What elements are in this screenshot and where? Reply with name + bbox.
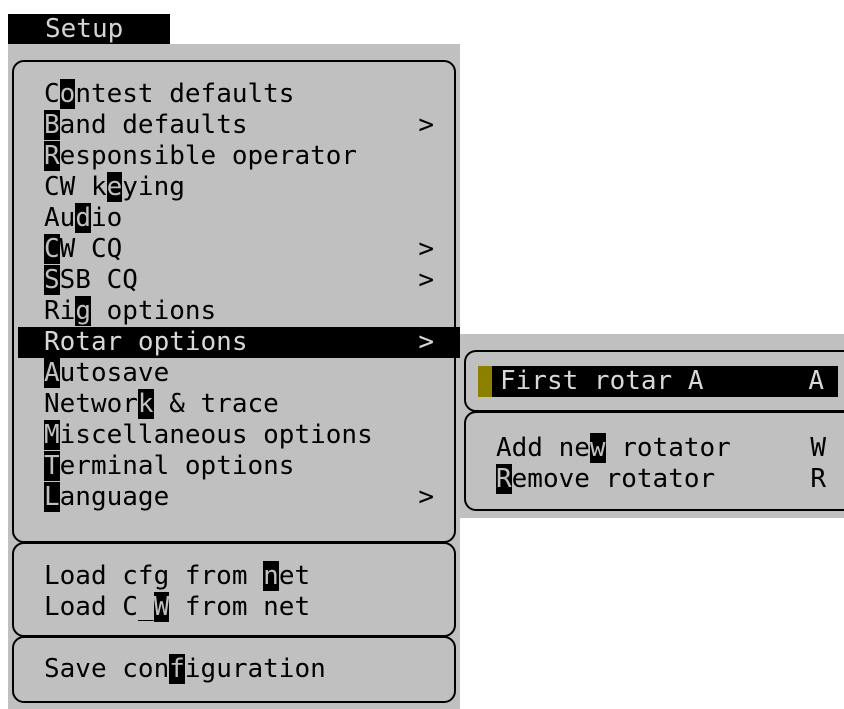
hotkey: M xyxy=(44,420,60,450)
submenu-item-add-new-rotator[interactable]: Add new rotator W xyxy=(496,433,826,464)
hotkey: S xyxy=(44,265,60,295)
hotkey: C xyxy=(44,234,60,264)
hotkey: d xyxy=(75,203,91,233)
hotkey: o xyxy=(59,79,76,109)
hotkey: T xyxy=(44,451,60,481)
shortcut-key: A xyxy=(808,366,824,396)
hotkey: B xyxy=(44,110,60,140)
menu-item-rotar-options[interactable]: Rotar options > xyxy=(18,327,460,358)
submenu-item-remove-rotator[interactable]: Remove rotator R xyxy=(496,464,826,495)
menu-item-save-configuration[interactable]: Save configuration xyxy=(44,654,326,685)
hotkey: n xyxy=(263,561,279,591)
menu-item-autosave[interactable]: Autosave xyxy=(44,358,169,389)
cursor-marker xyxy=(478,366,492,397)
hotkey: L xyxy=(44,482,60,512)
submenu-item-first-rotar[interactable]: First rotar AA xyxy=(478,366,838,397)
menu-item-rig-options[interactable]: Rig options xyxy=(44,296,216,327)
menu-item-cw-cq[interactable]: CW CQ > xyxy=(44,234,434,265)
hotkey: g xyxy=(75,296,91,326)
menu-item-network-trace[interactable]: Network & trace xyxy=(44,389,279,420)
submenu-arrow-icon: > xyxy=(418,265,434,295)
hotkey: k xyxy=(137,389,154,419)
hotkey: f xyxy=(169,654,185,684)
hotkey: R xyxy=(44,141,60,171)
menu-item-contest-defaults[interactable]: Contest defaults xyxy=(44,79,294,110)
menu-item-load-cw-from-net[interactable]: Load C_W from net xyxy=(44,592,310,623)
shortcut-key: R xyxy=(810,464,826,494)
menu-item-terminal-options[interactable]: Terminal options xyxy=(44,451,294,482)
submenu-arrow-icon: > xyxy=(418,482,434,512)
submenu-arrow-icon: > xyxy=(418,234,434,264)
rotar-submenu: First rotar AA Add new rotator W Remove r… xyxy=(460,334,844,518)
hotkey: w xyxy=(589,433,606,463)
submenu-arrow-icon: > xyxy=(418,327,434,357)
menu-item-band-defaults[interactable]: Band defaults > xyxy=(44,110,434,141)
menu-item-audio[interactable]: Audio xyxy=(44,203,122,234)
hotkey: R xyxy=(496,464,512,494)
submenu-arrow-icon: > xyxy=(418,110,434,140)
menu-title[interactable]: Setup xyxy=(8,14,170,44)
hotkey: e xyxy=(106,172,123,202)
hotkey: A xyxy=(44,358,60,388)
menu-item-responsible-operator[interactable]: Responsible operator xyxy=(44,141,357,172)
hotkey: W xyxy=(153,592,170,622)
setup-menu: Contest defaults Band defaults > Responsi… xyxy=(8,44,460,709)
menu-item-language[interactable]: Language > xyxy=(44,482,434,513)
menu-item-ssb-cq[interactable]: SSB CQ > xyxy=(44,265,434,296)
menu-item-cw-keying[interactable]: CW keying xyxy=(44,172,185,203)
menu-item-miscellaneous-options[interactable]: Miscellaneous options xyxy=(44,420,373,451)
menu-item-load-cfg-from-net[interactable]: Load cfg from net xyxy=(44,561,310,592)
shortcut-key: W xyxy=(810,433,826,463)
